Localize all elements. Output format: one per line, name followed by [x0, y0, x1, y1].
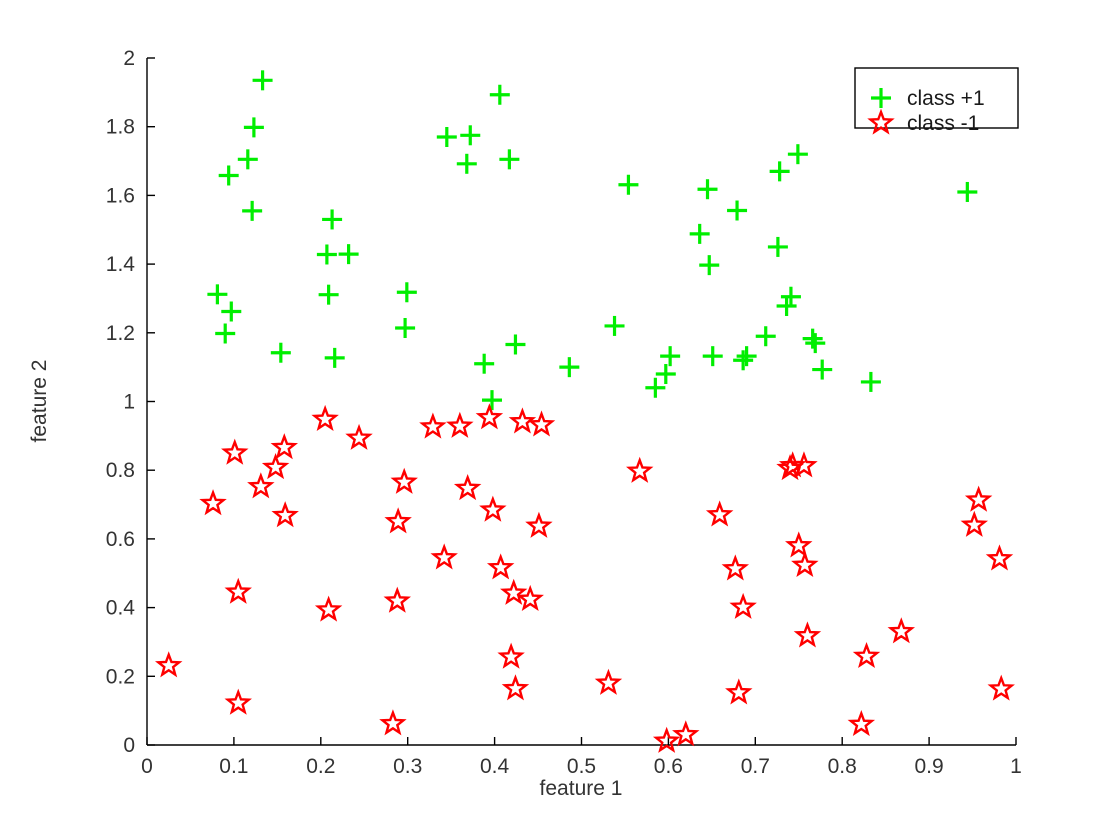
x-axis-title: feature 1	[540, 777, 623, 800]
scatter-plot-figure: 0 0.1 0.2 0.3 0.4 0.5 0.6 0.7 0.8 0.9 1 0 0.2 0.4 0.6…	[0, 0, 1120, 840]
x-tick-label: 0.5	[567, 755, 596, 778]
y-tick-label: 2	[123, 47, 135, 70]
plot-canvas: 0 0.1 0.2 0.3 0.4 0.5 0.6 0.7 0.8 0.9 1 0 0.2 0.4 0.6…	[0, 0, 1120, 840]
x-tick-label: 0.3	[393, 755, 422, 778]
x-tick-label: 0.8	[828, 755, 857, 778]
y-tick-label: 0	[123, 734, 135, 757]
y-tick-label: 1	[123, 391, 135, 414]
x-tick-label: 0.4	[480, 755, 510, 778]
legend-label-class-minus-1: class -1	[907, 112, 979, 135]
x-tick-label: 0.1	[219, 755, 248, 778]
y-tick-label: 0.2	[106, 665, 135, 688]
x-tick-label: 1	[1010, 755, 1022, 778]
x-tick-label: 0	[141, 755, 153, 778]
y-tick-label: 0.4	[106, 597, 136, 620]
y-tick-label: 1.6	[106, 184, 135, 207]
y-tick-label: 1.2	[106, 322, 135, 345]
legend[interactable]: class +1 class -1	[854, 67, 1019, 135]
y-tick-label: 0.8	[106, 459, 135, 482]
x-tick-label: 0.6	[654, 755, 683, 778]
y-tick-label: 0.6	[106, 528, 135, 551]
legend-label-class-plus-1: class +1	[907, 87, 985, 110]
y-tick-label: 1.4	[106, 253, 136, 276]
x-tick-label: 0.9	[914, 755, 943, 778]
y-axis-title: feature 2	[28, 360, 51, 443]
x-tick-label: 0.7	[741, 755, 770, 778]
y-tick-label: 1.8	[106, 116, 135, 139]
x-tick-label: 0.2	[306, 755, 335, 778]
